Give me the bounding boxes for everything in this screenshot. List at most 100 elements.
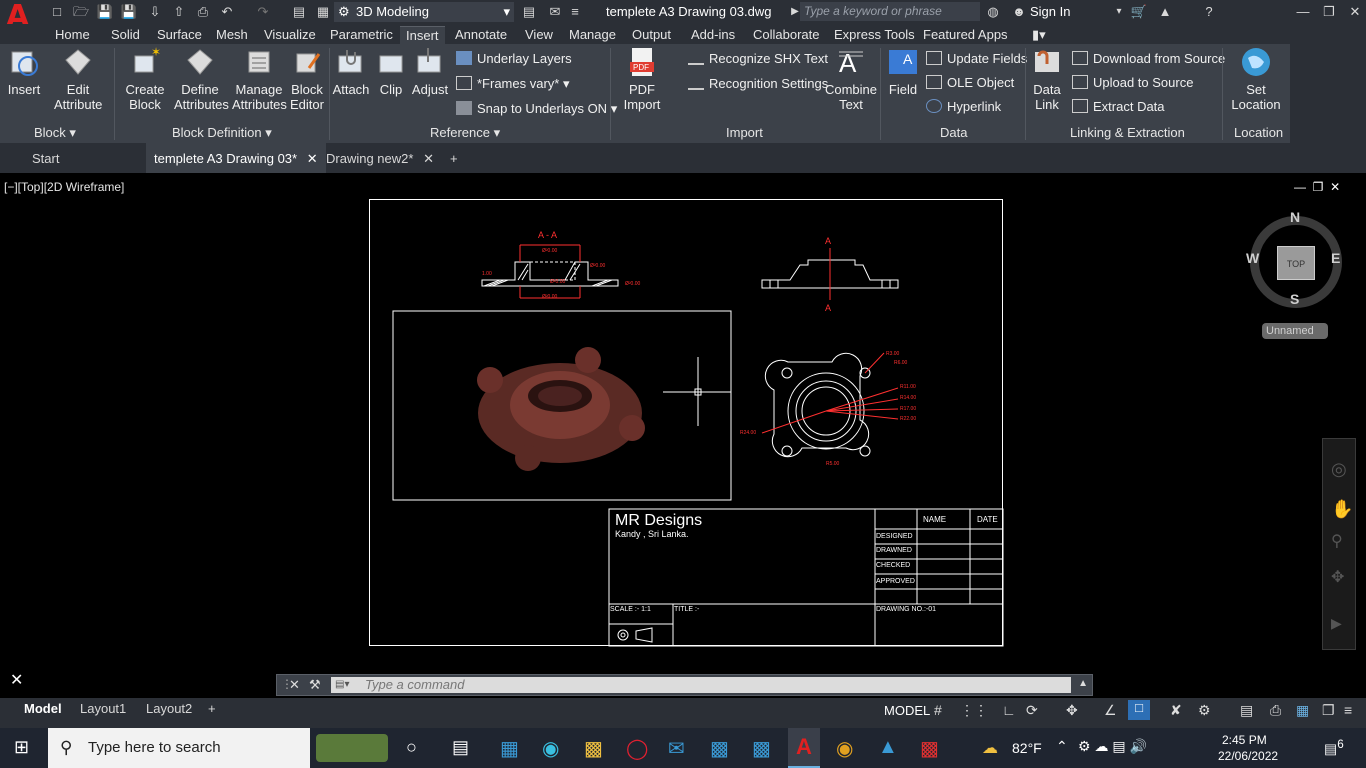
- combine-text-button[interactable]: A Combine Text: [824, 46, 878, 112]
- chevron-down-icon[interactable]: ▾: [1110, 3, 1128, 21]
- tab-parametric[interactable]: Parametric: [330, 26, 393, 44]
- chevron-up-icon[interactable]: ⌃: [1056, 738, 1068, 755]
- hardware-accel-icon[interactable]: ⎙: [1270, 702, 1281, 719]
- polar-icon[interactable]: ⟳: [1026, 702, 1038, 719]
- tab-collaborate[interactable]: Collaborate: [753, 26, 820, 44]
- tab-layout1[interactable]: Layout1: [80, 700, 126, 718]
- adjust-button[interactable]: Adjust: [410, 46, 450, 97]
- update-fields-button[interactable]: Update Fields: [926, 50, 1027, 68]
- tab-layout2[interactable]: Layout2: [146, 700, 192, 718]
- edge-icon[interactable]: ◉: [542, 736, 559, 761]
- tab-model[interactable]: Model: [24, 700, 62, 718]
- mail-icon[interactable]: ✉: [668, 736, 685, 761]
- ucs-menu[interactable]: Unnamed: [1262, 323, 1328, 339]
- settings-icon[interactable]: ⚙: [1198, 702, 1211, 719]
- add-layout-icon[interactable]: +: [208, 700, 216, 718]
- isolate-icon[interactable]: ▤: [1240, 702, 1253, 719]
- tab-express-tools[interactable]: Express Tools: [834, 26, 915, 44]
- photos-icon[interactable]: ▲: [878, 736, 898, 759]
- underlay-layers-button[interactable]: Underlay Layers: [456, 50, 572, 68]
- tab-featured-apps[interactable]: Featured Apps: [923, 26, 1008, 44]
- navigation-bar[interactable]: ◎ ✋ ⚲ ✥ ▶: [1322, 438, 1356, 650]
- snap-underlays-dropdown[interactable]: Snap to Underlays ON ▾: [456, 100, 617, 118]
- annotation-icon[interactable]: ✘: [1170, 702, 1182, 719]
- taskbar-search[interactable]: ⚲ Type here to search: [48, 728, 310, 768]
- close-icon[interactable]: ✕: [1346, 3, 1364, 21]
- tab-surface[interactable]: Surface: [157, 26, 202, 44]
- extract-data-button[interactable]: Extract Data: [1072, 98, 1165, 116]
- wrench-icon[interactable]: ⚒: [309, 677, 321, 693]
- create-block-button[interactable]: ✶ Create Block: [124, 46, 166, 112]
- close-tab-icon[interactable]: ✕: [307, 151, 318, 166]
- ribbon-toggle-icon[interactable]: ▮▾: [1032, 26, 1046, 44]
- viewcube-top-face[interactable]: TOP: [1277, 246, 1315, 280]
- tab-home[interactable]: Home: [55, 26, 90, 44]
- save-icon[interactable]: 💾: [96, 3, 114, 21]
- tab-output[interactable]: Output: [632, 26, 671, 44]
- acrobat-icon[interactable]: ▩: [920, 736, 939, 761]
- chrome-icon[interactable]: ◉: [836, 736, 853, 761]
- tab-manage[interactable]: Manage: [569, 26, 616, 44]
- doc-tab-templete[interactable]: templete A3 Drawing 03* ✕: [146, 143, 326, 173]
- compass-south[interactable]: S: [1290, 291, 1299, 307]
- command-history-icon[interactable]: ▤▾: [335, 679, 349, 690]
- frames-vary-dropdown[interactable]: *Frames vary* ▾: [456, 75, 570, 93]
- snap-icon[interactable]: ⋮⋮: [960, 702, 988, 719]
- sign-in-button[interactable]: Sign In: [1030, 4, 1070, 19]
- close-tab-icon[interactable]: ✕: [423, 151, 434, 166]
- network-icon[interactable]: ▲: [1156, 3, 1174, 21]
- tab-add-ins[interactable]: Add-ins: [691, 26, 735, 44]
- compass-west[interactable]: W: [1246, 250, 1259, 266]
- clock-date[interactable]: 22/06/2022: [1218, 749, 1278, 763]
- edit-attribute-button[interactable]: Edit Attribute: [54, 46, 102, 112]
- clock-time[interactable]: 2:45 PM: [1222, 733, 1267, 747]
- field-button[interactable]: A Field: [886, 46, 920, 97]
- doc-tab-drawing-new2[interactable]: Drawing new2* ✕: [326, 151, 434, 167]
- define-attributes-button[interactable]: Define Attributes: [174, 46, 229, 112]
- app-icon[interactable]: ▩: [710, 736, 729, 761]
- temperature[interactable]: 82°F: [1012, 740, 1042, 756]
- weather-widget-image[interactable]: [316, 734, 388, 762]
- panel-title-block-definition[interactable]: Block Definition ▾: [172, 125, 272, 141]
- fullscreen-icon[interactable]: ❐: [1322, 702, 1335, 719]
- upload-to-source-button[interactable]: Upload to Source: [1072, 74, 1193, 92]
- osnap-icon[interactable]: ✥: [1066, 702, 1078, 719]
- attach-button[interactable]: Attach: [332, 46, 370, 97]
- share-icon[interactable]: ▤: [290, 3, 308, 21]
- clip-button[interactable]: Clip: [376, 46, 406, 97]
- command-input[interactable]: Type a command: [331, 677, 1071, 693]
- download-from-source-button[interactable]: Download from Source: [1072, 50, 1225, 68]
- lineweight-icon[interactable]: ∠: [1104, 702, 1117, 719]
- cortana-icon[interactable]: ○: [406, 737, 417, 758]
- weather-icon[interactable]: ☁: [982, 738, 998, 758]
- binoculars-icon[interactable]: ◍: [984, 3, 1002, 21]
- viewport-controls[interactable]: [−][Top][2D Wireframe]: [4, 180, 124, 194]
- tab-visualize[interactable]: Visualize: [264, 26, 316, 44]
- save-as-icon[interactable]: 💾: [120, 3, 138, 21]
- hyperlink-button[interactable]: Hyperlink: [926, 98, 1001, 116]
- cart-icon[interactable]: 🛒: [1130, 3, 1148, 21]
- recognize-shx-button[interactable]: Recognize SHX Text: [688, 50, 828, 68]
- close-icon[interactable]: ✕: [289, 677, 300, 693]
- opera-icon[interactable]: ◯: [626, 736, 648, 761]
- restore-icon[interactable]: ❐: [1320, 3, 1338, 21]
- ortho-icon[interactable]: ∟: [1002, 702, 1016, 718]
- app-icon[interactable]: ▩: [752, 736, 771, 761]
- tab-solid[interactable]: Solid: [111, 26, 140, 44]
- redo-icon[interactable]: ↷: [254, 3, 272, 21]
- orbit-icon[interactable]: ✥: [1331, 567, 1344, 587]
- panel-title-block[interactable]: Block ▾: [34, 125, 76, 141]
- zoom-icon[interactable]: ⚲: [1331, 531, 1343, 551]
- send-icon[interactable]: ✉: [546, 3, 564, 21]
- open-web-icon[interactable]: ⇩: [146, 3, 164, 21]
- ole-object-button[interactable]: OLE Object: [926, 74, 1014, 92]
- store-icon[interactable]: ▦: [500, 736, 519, 761]
- compass-east[interactable]: E: [1331, 250, 1340, 266]
- block-editor-button[interactable]: Block Editor: [290, 46, 324, 112]
- doc-tab-start[interactable]: Start: [32, 151, 59, 166]
- task-view-icon[interactable]: ▤: [452, 737, 469, 758]
- panel-title-reference[interactable]: Reference ▾: [430, 125, 500, 141]
- save-web-icon[interactable]: ⇧: [170, 3, 188, 21]
- chevron-up-icon[interactable]: ▲: [1078, 678, 1088, 689]
- tray-icons[interactable]: ⚙ ☁ ▤ 🔊: [1078, 738, 1147, 755]
